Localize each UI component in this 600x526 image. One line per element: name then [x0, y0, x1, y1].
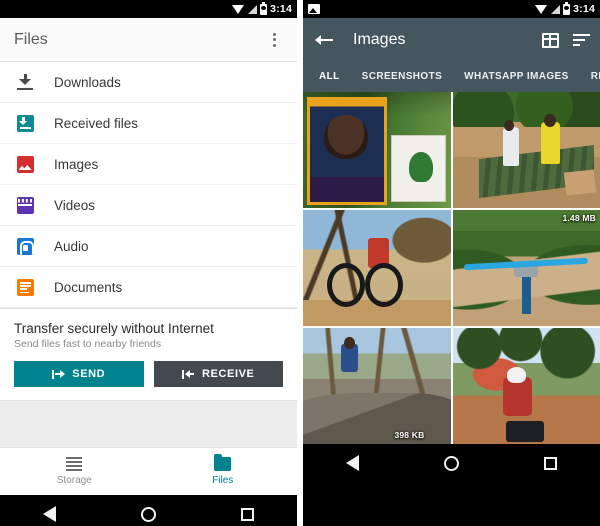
photo-detail	[543, 114, 556, 127]
overflow-menu-icon[interactable]	[263, 29, 285, 51]
wifi-icon	[232, 4, 245, 14]
transfer-card: Transfer securely without Internet Send …	[0, 308, 297, 401]
gallery-tile-downhill-rider[interactable]	[452, 328, 600, 444]
tab-all[interactable]: ALL	[319, 71, 340, 82]
recents-square-icon[interactable]	[241, 507, 255, 521]
gallery-tile-friends-on-bench[interactable]	[452, 92, 600, 208]
battery-icon	[563, 1, 571, 15]
right-status-bar: 3:14	[303, 0, 600, 18]
storage-icon	[66, 457, 83, 471]
signal-icon	[550, 4, 561, 14]
status-system-icons: 3:14	[232, 1, 292, 15]
recents-square-icon[interactable]	[544, 456, 558, 470]
transfer-buttons: SEND RECEIVE	[14, 361, 283, 387]
list-item-label: Images	[54, 156, 99, 172]
receive-button[interactable]: RECEIVE	[153, 361, 283, 387]
audio-icon	[14, 235, 36, 257]
grid-view-icon[interactable]	[542, 32, 559, 48]
bottom-nav-label: Files	[212, 475, 234, 486]
signal-icon	[247, 4, 258, 14]
left-status-bar: 3:14	[0, 0, 297, 18]
transfer-subtitle: Send files fast to nearby friends	[14, 338, 162, 350]
photo-detail	[502, 376, 533, 417]
left-phone-screen: 3:14 Files Downloads Received files Imag…	[0, 0, 297, 526]
status-time: 3:14	[270, 3, 292, 15]
list-item-images[interactable]: Images	[0, 144, 297, 185]
photo-detail	[409, 152, 433, 183]
status-notifications	[308, 4, 535, 14]
right-phone-screen: 3:14 Images ALL SCREENSHOTS WHATSAPP IMA…	[303, 0, 600, 526]
photo-detail	[323, 115, 368, 160]
back-triangle-icon[interactable]	[345, 455, 359, 471]
gallery-tile-rocky-trail-rider[interactable]: 398 KB	[303, 328, 451, 444]
bottom-navigation: Storage Files	[0, 447, 297, 495]
file-size-badge: 1.48 MB	[562, 213, 596, 223]
list-item-videos[interactable]: Videos	[0, 185, 297, 226]
photo-detail	[502, 126, 519, 167]
receive-button-label: RECEIVE	[202, 368, 255, 380]
list-item-label: Videos	[54, 197, 96, 213]
back-arrow-icon[interactable]	[315, 33, 333, 47]
android-nav-bar	[0, 495, 297, 526]
transfer-title: Transfer securely without Internet	[14, 321, 214, 336]
wifi-icon	[535, 4, 548, 14]
photo-icon	[308, 4, 320, 14]
received-files-icon	[14, 112, 36, 134]
list-item-audio[interactable]: Audio	[0, 226, 297, 267]
download-icon	[14, 71, 36, 93]
list-item-documents[interactable]: Documents	[0, 267, 297, 308]
empty-space	[0, 401, 297, 447]
photo-detail	[507, 367, 527, 383]
bottom-nav-item-storage[interactable]: Storage	[0, 448, 149, 495]
list-item-received-files[interactable]: Received files	[0, 103, 297, 144]
images-icon	[14, 153, 36, 175]
bottom-nav-label: Storage	[56, 475, 92, 486]
sort-icon[interactable]	[573, 33, 590, 47]
send-button[interactable]: SEND	[14, 361, 144, 387]
receive-arrow-icon	[182, 369, 195, 380]
status-system-icons: 3:14	[535, 1, 595, 15]
videos-icon	[14, 194, 36, 216]
photo-detail	[505, 420, 544, 442]
gallery-tile-cyclist-under-tree[interactable]	[303, 210, 451, 326]
photo-detail	[541, 122, 561, 164]
page-title: Images	[353, 31, 406, 48]
right-app-bar: Images	[303, 18, 600, 62]
photo-detail	[344, 337, 355, 349]
android-nav-bar	[303, 444, 600, 482]
left-app-bar: Files	[0, 18, 297, 62]
gallery-tile-handlebar-trail[interactable]: 1.48 MB	[452, 210, 600, 326]
home-circle-icon[interactable]	[443, 455, 459, 471]
file-size-badge: 398 KB	[394, 430, 425, 440]
list-item-label: Downloads	[54, 74, 121, 90]
photo-detail	[303, 392, 451, 444]
tab-screenshots[interactable]: SCREENSHOTS	[362, 71, 443, 82]
folder-icon	[214, 454, 232, 471]
list-item-label: Received files	[54, 115, 139, 131]
photo-detail	[326, 263, 365, 308]
image-gallery-grid: 1.48 MB 398 KB	[303, 92, 600, 444]
page-title: Files	[14, 30, 48, 48]
status-time: 3:14	[573, 3, 595, 15]
tab-whatsapp-images[interactable]: WHATSAPP IMAGES	[464, 71, 569, 82]
home-circle-icon[interactable]	[140, 506, 156, 522]
gallery-tile-poster-wall[interactable]	[303, 92, 451, 208]
file-category-list: Downloads Received files Images Videos A…	[0, 62, 297, 308]
dual-screenshot: 3:14 Files Downloads Received files Imag…	[0, 0, 600, 526]
list-item-label: Audio	[54, 238, 89, 254]
tab-regram[interactable]: REGRAM	[591, 71, 600, 82]
photo-detail	[563, 169, 596, 196]
send-button-label: SEND	[72, 368, 106, 380]
bottom-nav-item-files[interactable]: Files	[149, 448, 298, 495]
category-tab-bar: ALL SCREENSHOTS WHATSAPP IMAGES REGRAM	[303, 62, 600, 92]
documents-icon	[14, 276, 36, 298]
send-arrow-icon	[52, 369, 66, 380]
list-item-downloads[interactable]: Downloads	[0, 62, 297, 103]
back-triangle-icon[interactable]	[42, 506, 56, 522]
list-item-label: Documents	[54, 279, 123, 295]
battery-icon	[260, 1, 268, 15]
